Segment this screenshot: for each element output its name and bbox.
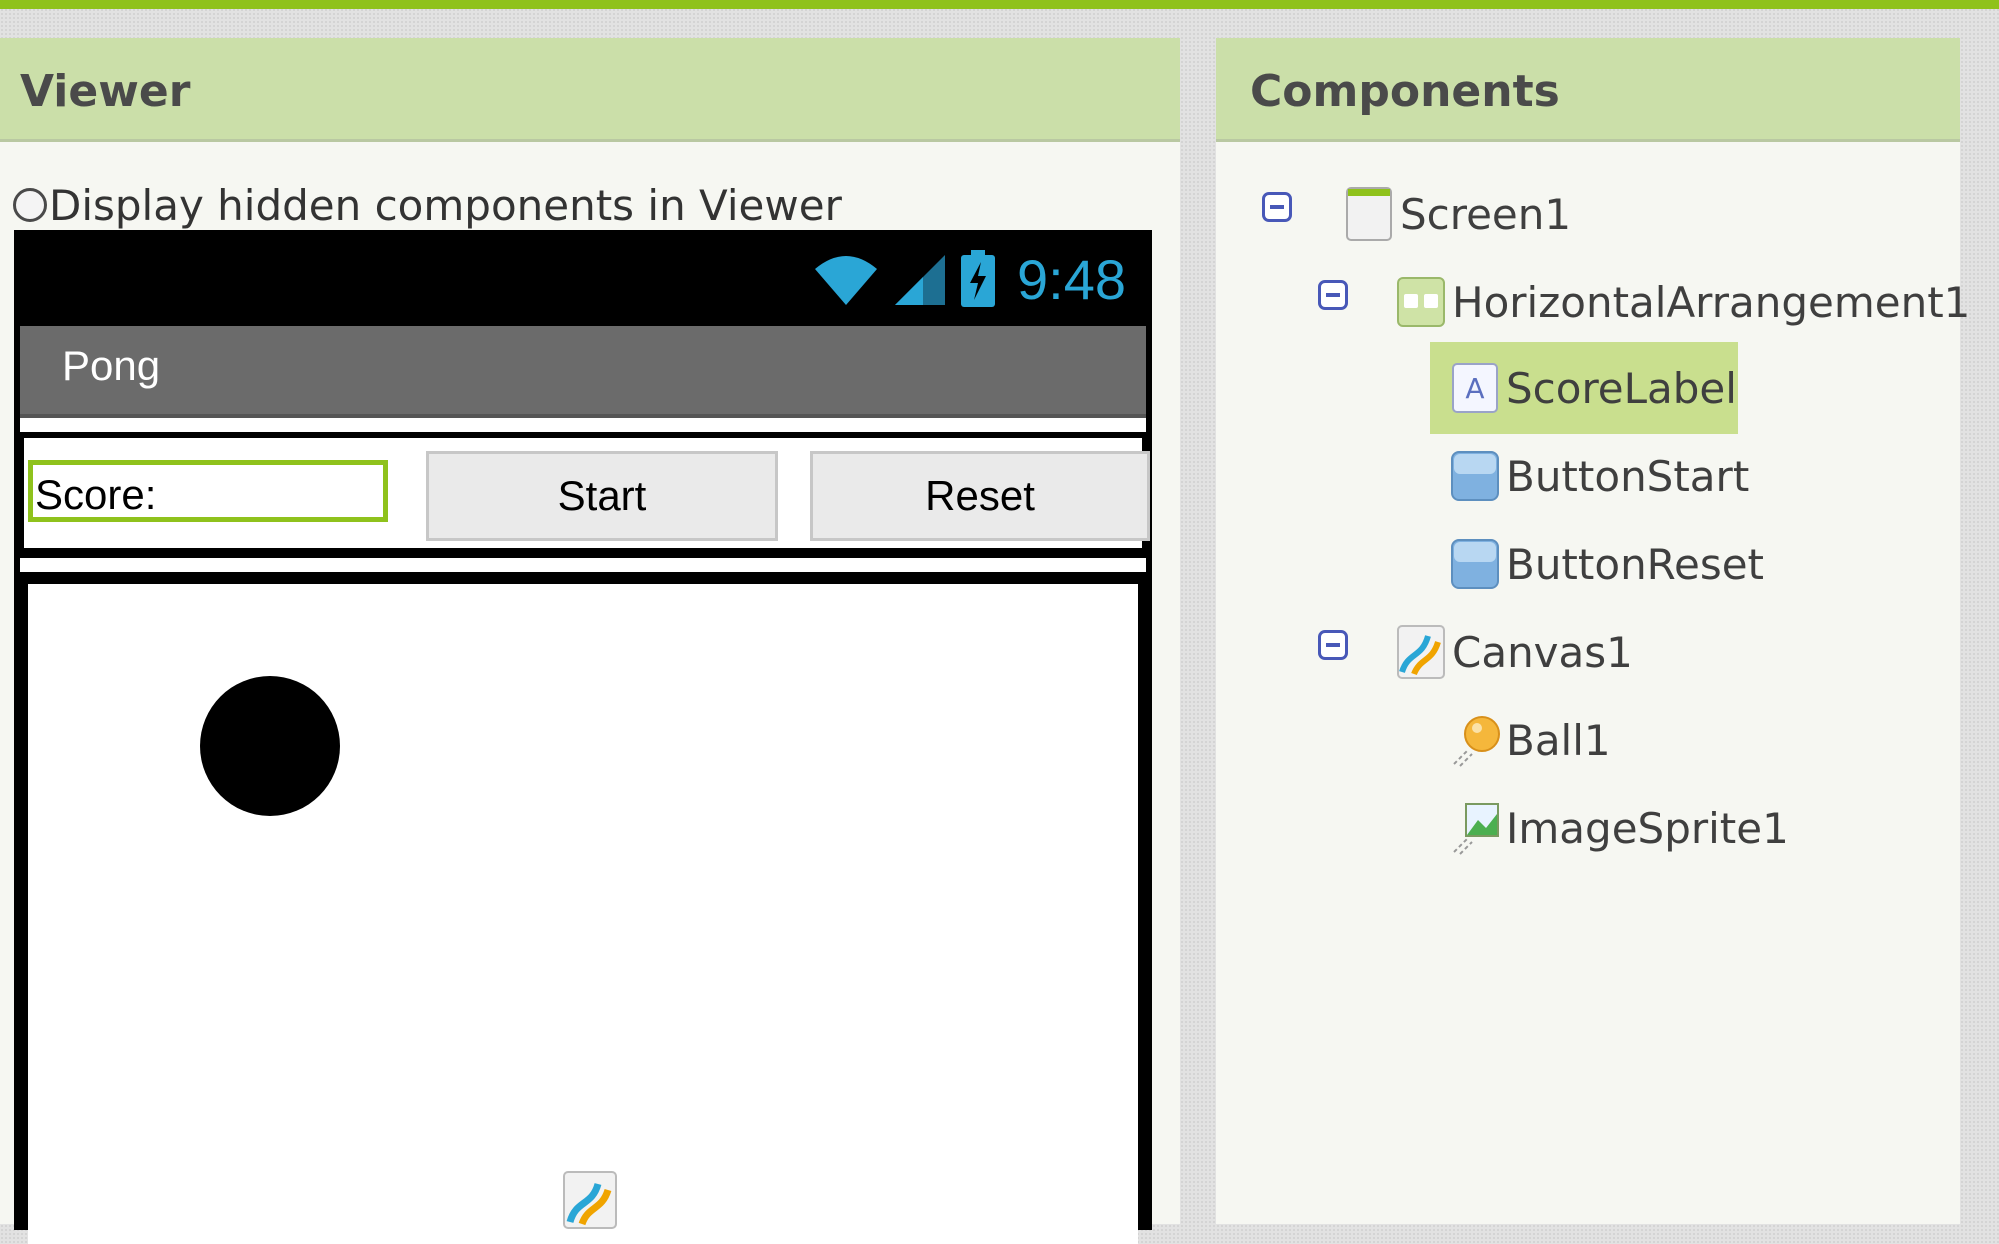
horizontal-arrangement-preview[interactable]: Score: Start Reset: [24, 438, 1150, 548]
tree-item-label: ButtonStart: [1506, 451, 1750, 501]
button-icon: [1451, 451, 1499, 501]
reset-button-preview[interactable]: Reset: [810, 451, 1150, 541]
tree-item-screen1[interactable]: Screen1: [1344, 184, 1571, 244]
tree-item-label: ButtonReset: [1506, 539, 1765, 589]
status-clock: 9:48: [1017, 247, 1126, 311]
viewer-title: Viewer: [20, 66, 191, 117]
phone-preview: 9:48 Pong Score: Start Reset: [14, 230, 1152, 1244]
collapse-horizontal-arrangement-button[interactable]: [1318, 280, 1348, 310]
canvas-icon: [563, 1171, 617, 1229]
tree-item-button-reset[interactable]: ButtonReset: [1450, 534, 1764, 594]
viewer-panel: Viewer Display hidden components in View…: [0, 38, 1180, 1244]
horizontal-arrangement-icon: [1397, 277, 1445, 327]
display-hidden-label: Display hidden components in Viewer: [49, 180, 842, 230]
viewer-header: Viewer: [0, 38, 1180, 142]
canvas-preview[interactable]: [28, 584, 1138, 1244]
tree-item-label: ImageSprite1: [1506, 803, 1789, 853]
score-label-text: Score:: [35, 471, 157, 518]
display-hidden-checkbox[interactable]: [13, 188, 47, 222]
collapse-screen1-button[interactable]: [1262, 192, 1292, 222]
tree-item-label: ScoreLabel: [1506, 363, 1737, 413]
tree-item-ball1[interactable]: Ball1: [1450, 710, 1611, 770]
tree-item-horizontal-arrangement1[interactable]: HorizontalArrangement1: [1396, 272, 1970, 332]
button-icon: [1451, 539, 1499, 589]
screen-icon: [1346, 187, 1392, 241]
status-bar: 9:48: [14, 230, 1152, 328]
components-header: Components: [1216, 38, 1960, 142]
tree-item-score-label[interactable]: A ScoreLabel: [1450, 358, 1737, 418]
tree-item-label: Screen1: [1400, 189, 1572, 239]
tree-item-canvas1[interactable]: Canvas1: [1396, 622, 1633, 682]
signal-icon: [895, 255, 945, 305]
app-title-bar: Pong: [20, 326, 1146, 418]
wifi-icon: [815, 256, 877, 305]
start-button-preview[interactable]: Start: [426, 451, 778, 541]
ball-sprite[interactable]: [200, 676, 340, 816]
battery-icon: [961, 250, 995, 307]
tree-item-label: HorizontalArrangement1: [1452, 277, 1971, 327]
tree-item-label: Ball1: [1506, 715, 1611, 765]
tree-item-image-sprite1[interactable]: ImageSprite1: [1450, 798, 1789, 858]
components-title: Components: [1250, 66, 1560, 117]
tree-item-label: Canvas1: [1452, 627, 1633, 677]
divider: [20, 558, 1146, 572]
ball-sprite-icon: [1453, 716, 1500, 767]
top-accent-bar: [0, 0, 1999, 9]
collapse-canvas1-button[interactable]: [1318, 630, 1348, 660]
display-hidden-components-toggle[interactable]: Display hidden components in Viewer: [13, 180, 842, 230]
tree-item-button-start[interactable]: ButtonStart: [1450, 446, 1749, 506]
label-icon: A: [1452, 363, 1498, 413]
app-title: Pong: [62, 342, 161, 389]
score-label-preview[interactable]: Score:: [28, 460, 388, 522]
divider: [20, 418, 1146, 432]
image-sprite-icon: [1453, 803, 1499, 855]
canvas-icon: [1397, 625, 1445, 679]
svg-text:A: A: [1465, 372, 1484, 405]
